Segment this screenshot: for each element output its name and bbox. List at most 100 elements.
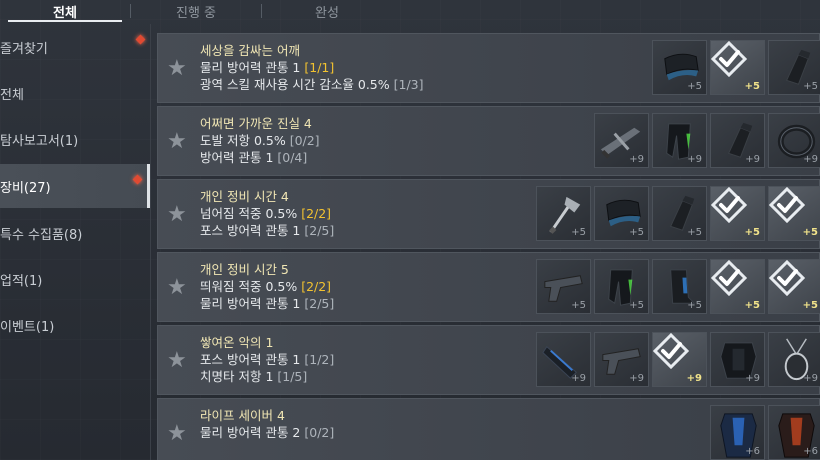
enhance-level: +5 bbox=[802, 227, 818, 238]
stat-text: 치명타 저항 1 bbox=[200, 369, 278, 384]
equipment-slot[interactable]: +9 bbox=[768, 113, 820, 168]
stat-text: 넘어짐 적중 0.5% bbox=[200, 206, 302, 221]
enhance-level: +9 bbox=[803, 154, 818, 165]
enhance-level: +9 bbox=[803, 373, 818, 384]
collection-row[interactable]: ★ 세상을 감싸는 어깨 물리 방어력 관통 1 [1/1] 광역 스킬 재사용 시간… bbox=[157, 33, 820, 103]
enhance-level: +9 bbox=[745, 154, 760, 165]
stat-progress: [2/5] bbox=[304, 223, 335, 238]
equipment-slot[interactable]: +5 bbox=[594, 259, 649, 314]
favorite-star-icon[interactable]: ★ bbox=[167, 58, 189, 80]
stat-line: 방어력 관통 1 [0/4] bbox=[200, 149, 320, 166]
equipment-slot[interactable]: +5 bbox=[652, 40, 707, 95]
enhance-level: +9 bbox=[629, 373, 644, 384]
equipment-slot[interactable]: +5 bbox=[710, 259, 765, 314]
collection-title: 개인 정비 시간 5 bbox=[200, 262, 289, 277]
sidebar-item-label: 즐겨찾기 bbox=[0, 41, 48, 57]
enhance-level: +9 bbox=[629, 154, 644, 165]
stat-text: 물리 방어력 관통 1 bbox=[200, 296, 305, 311]
enhance-level: +5 bbox=[803, 81, 818, 92]
sidebar-item-all[interactable]: 전체 bbox=[0, 70, 150, 116]
row-text-block: 어쩌면 가까운 진실 4 도발 저항 0.5% [0/2] 방어력 관통 1 [0/… bbox=[200, 115, 320, 166]
stat-line: 치명타 저항 1 [1/5] bbox=[200, 368, 334, 385]
collection-row[interactable]: ★ 개인 정비 시간 4 넘어짐 적중 0.5% [2/2] 포스 방어력 관통 1 … bbox=[157, 179, 820, 249]
stat-progress: [1/1] bbox=[304, 60, 335, 75]
collection-row[interactable]: ★ 개인 정비 시간 5 띄워짐 적중 0.5% [2/2] 물리 방어력 관통 1 … bbox=[157, 252, 820, 322]
tab-completed[interactable]: 완성 bbox=[262, 0, 392, 22]
stat-text: 포스 방어력 관통 1 bbox=[200, 352, 305, 367]
equipment-slot[interactable]: +5 bbox=[594, 186, 649, 241]
stat-text: 물리 방어력 관통 2 bbox=[200, 425, 305, 440]
sidebar-item-special-collectibles[interactable]: 특수 수집품(8) bbox=[0, 210, 150, 256]
enhance-level: +5 bbox=[744, 300, 760, 311]
equipment-slot[interactable]: +5 bbox=[768, 259, 820, 314]
enhance-level: +9 bbox=[745, 373, 760, 384]
enhance-level: +9 bbox=[571, 373, 586, 384]
stat-progress: [1/3] bbox=[393, 77, 424, 92]
stat-line: 물리 방어력 관통 1 [2/5] bbox=[200, 295, 334, 312]
required-items: +6 +6 bbox=[710, 405, 820, 460]
enhance-level: +9 bbox=[686, 373, 702, 384]
equipment-slot[interactable]: +9 bbox=[594, 113, 649, 168]
required-items: +9 +9 +9 +9 bbox=[594, 113, 820, 168]
equipment-slot[interactable]: +5 bbox=[768, 186, 820, 241]
sidebar-item-label: 전체 bbox=[0, 87, 24, 103]
sidebar-divider bbox=[150, 24, 151, 460]
enhance-level: +9 bbox=[687, 154, 702, 165]
enhance-level: +5 bbox=[571, 227, 586, 238]
new-badge-icon bbox=[132, 174, 143, 185]
stat-line: 포스 방어력 관통 1 [1/2] bbox=[200, 351, 334, 368]
equipment-slot[interactable]: +9 bbox=[536, 332, 591, 387]
sidebar-item-label: 탐사보고서(1) bbox=[0, 133, 79, 149]
stat-line: 띄워짐 적중 0.5% [2/2] bbox=[200, 278, 334, 295]
collection-title: 라이프 세이버 4 bbox=[200, 408, 285, 423]
enhance-level: +6 bbox=[745, 446, 760, 457]
stat-progress: [0/4] bbox=[277, 150, 308, 165]
row-text-block: 라이프 세이버 4 물리 방어력 관통 2 [0/2] bbox=[200, 407, 334, 441]
equipment-slot[interactable]: +9 bbox=[710, 113, 765, 168]
equipment-slot[interactable]: +6 bbox=[768, 405, 820, 460]
enhance-level: +5 bbox=[629, 227, 644, 238]
required-items: +5 +5 +5 +5 +5 bbox=[536, 259, 820, 314]
equipment-slot[interactable]: +5 bbox=[652, 186, 707, 241]
sidebar-item-exploration-report[interactable]: 탐사보고서(1) bbox=[0, 116, 150, 162]
favorite-star-icon[interactable]: ★ bbox=[167, 423, 189, 445]
equipment-slot[interactable]: +5 bbox=[768, 40, 820, 95]
top-tabs: 전체 진행 중 완성 bbox=[0, 0, 400, 22]
stat-progress: [0/2] bbox=[304, 425, 335, 440]
equipment-slot[interactable]: +5 bbox=[710, 40, 765, 95]
equipment-slot[interactable]: +5 bbox=[536, 186, 591, 241]
sidebar-item-equipment[interactable]: 장비(27) bbox=[0, 164, 150, 208]
equipment-slot[interactable]: +5 bbox=[536, 259, 591, 314]
equipment-slot[interactable]: +5 bbox=[710, 186, 765, 241]
equipment-slot[interactable]: +9 bbox=[652, 113, 707, 168]
stat-progress: [0/2] bbox=[289, 133, 320, 148]
collection-row[interactable]: ★ 쌓여온 악의 1 포스 방어력 관통 1 [1/2] 치명타 저항 1 [1/5]… bbox=[157, 325, 820, 395]
collection-title: 어쩌면 가까운 진실 4 bbox=[200, 116, 312, 131]
equipment-slot[interactable]: +5 bbox=[652, 259, 707, 314]
equipment-slot[interactable]: +9 bbox=[768, 332, 820, 387]
favorite-star-icon[interactable]: ★ bbox=[167, 277, 189, 299]
stat-line: 물리 방어력 관통 1 [1/1] bbox=[200, 59, 423, 76]
stat-line: 도발 저항 0.5% [0/2] bbox=[200, 132, 320, 149]
stat-line: 물리 방어력 관통 2 [0/2] bbox=[200, 424, 334, 441]
stat-progress: [2/2] bbox=[301, 279, 332, 294]
equipment-slot[interactable]: +6 bbox=[710, 405, 765, 460]
equipment-slot[interactable]: +9 bbox=[652, 332, 707, 387]
stat-text: 띄워짐 적중 0.5% bbox=[200, 279, 302, 294]
favorite-star-icon[interactable]: ★ bbox=[167, 204, 189, 226]
equipment-slot[interactable]: +9 bbox=[594, 332, 649, 387]
tab-in-progress[interactable]: 진행 중 bbox=[131, 0, 261, 22]
sidebar-item-favorites[interactable]: 즐겨찾기 bbox=[0, 24, 150, 70]
stat-text: 도발 저항 0.5% bbox=[200, 133, 290, 148]
equipment-slot[interactable]: +9 bbox=[710, 332, 765, 387]
favorite-star-icon[interactable]: ★ bbox=[167, 350, 189, 372]
sidebar-item-label: 특수 수집품(8) bbox=[0, 227, 83, 243]
sidebar-item-events[interactable]: 이벤트(1) bbox=[0, 302, 150, 348]
enhance-level: +6 bbox=[803, 446, 818, 457]
favorite-star-icon[interactable]: ★ bbox=[167, 131, 189, 153]
collection-row[interactable]: ★ 어쩌면 가까운 진실 4 도발 저항 0.5% [0/2] 방어력 관통 1 [0… bbox=[157, 106, 820, 176]
stat-text: 광역 스킬 재사용 시간 감소율 0.5% bbox=[200, 77, 394, 92]
collection-row[interactable]: ★ 라이프 세이버 4 물리 방어력 관통 2 [0/2] +6 +6 bbox=[157, 398, 820, 460]
tab-all[interactable]: 전체 bbox=[0, 0, 130, 22]
sidebar-item-achievements[interactable]: 업적(1) bbox=[0, 256, 150, 302]
